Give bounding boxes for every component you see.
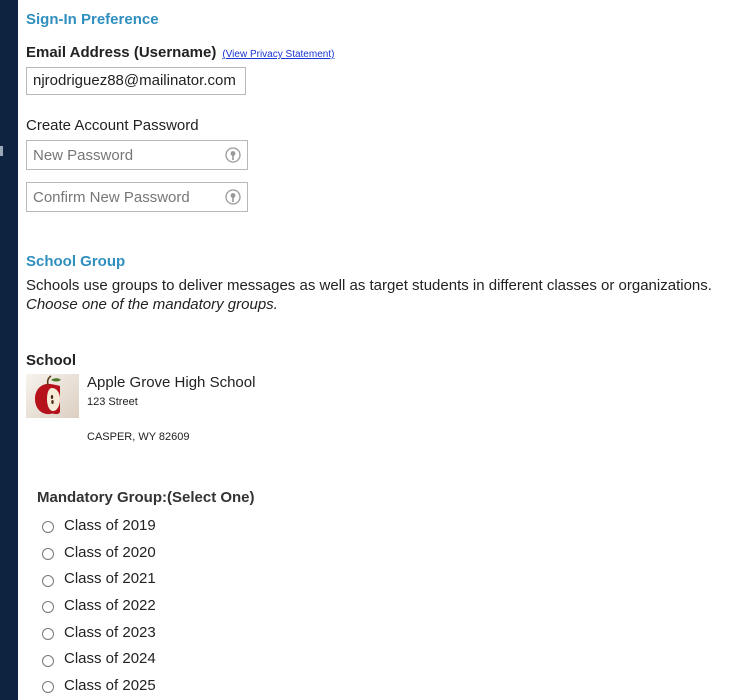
radio-label: Class of 2021 <box>64 570 156 588</box>
radio-label: Class of 2019 <box>64 516 156 534</box>
radio-option-class-2021[interactable]: Class of 2021 <box>42 565 156 592</box>
email-label-row: Email Address (Username) (View Privacy St… <box>26 44 334 61</box>
password-key-icon[interactable] <box>225 147 241 163</box>
radio-button[interactable] <box>42 654 54 667</box>
school-group-description: Schools use groups to deliver messages a… <box>26 277 712 294</box>
radio-label: Class of 2022 <box>64 596 156 614</box>
radio-label: Class of 2024 <box>64 650 156 668</box>
radio-label: Class of 2020 <box>64 543 156 561</box>
radio-button[interactable] <box>42 601 54 614</box>
radio-label: Class of 2025 <box>64 676 156 694</box>
school-group-section-title: School Group <box>26 253 126 270</box>
signin-section-title: Sign-In Preference <box>26 11 159 28</box>
registration-form-panel: Sign-In Preference Email Address (Userna… <box>18 0 750 700</box>
privacy-statement-link[interactable]: (View Privacy Statement) <box>222 49 334 60</box>
radio-option-class-2020[interactable]: Class of 2020 <box>42 539 156 566</box>
radio-option-class-2024[interactable]: Class of 2024 <box>42 645 156 672</box>
radio-button[interactable] <box>42 548 54 561</box>
password-label: Create Account Password <box>26 117 199 134</box>
school-group-instruction: Choose one of the mandatory groups. <box>26 296 278 313</box>
radio-option-class-2025[interactable]: Class of 2025 <box>42 672 156 699</box>
email-label: Email Address (Username) <box>26 44 217 61</box>
radio-button[interactable] <box>42 681 54 694</box>
mandatory-group-title: Mandatory Group:(Select One) <box>37 489 255 506</box>
confirm-password-input[interactable] <box>33 183 213 211</box>
email-field[interactable]: njrodriguez88@mailinator.com <box>26 67 246 95</box>
radio-option-class-2019[interactable]: Class of 2019 <box>42 512 156 539</box>
new-password-field[interactable] <box>26 140 248 170</box>
radio-option-class-2022[interactable]: Class of 2022 <box>42 592 156 619</box>
apple-logo-icon <box>26 374 79 418</box>
password-key-icon[interactable] <box>225 189 241 205</box>
school-street: 123 Street <box>87 396 138 408</box>
radio-label: Class of 2023 <box>64 623 156 641</box>
confirm-password-field[interactable] <box>26 182 248 212</box>
window-edge-marker <box>0 146 3 156</box>
school-name: Apple Grove High School <box>87 374 256 391</box>
radio-button[interactable] <box>42 628 54 641</box>
radio-button[interactable] <box>42 574 54 587</box>
school-city-state-zip: CASPER, WY 82609 <box>87 431 190 443</box>
new-password-input[interactable] <box>33 141 213 169</box>
mandatory-group-options: Class of 2019 Class of 2020 Class of 202… <box>42 512 156 699</box>
radio-button[interactable] <box>42 521 54 534</box>
school-label: School <box>26 352 77 369</box>
radio-option-class-2023[interactable]: Class of 2023 <box>42 619 156 646</box>
